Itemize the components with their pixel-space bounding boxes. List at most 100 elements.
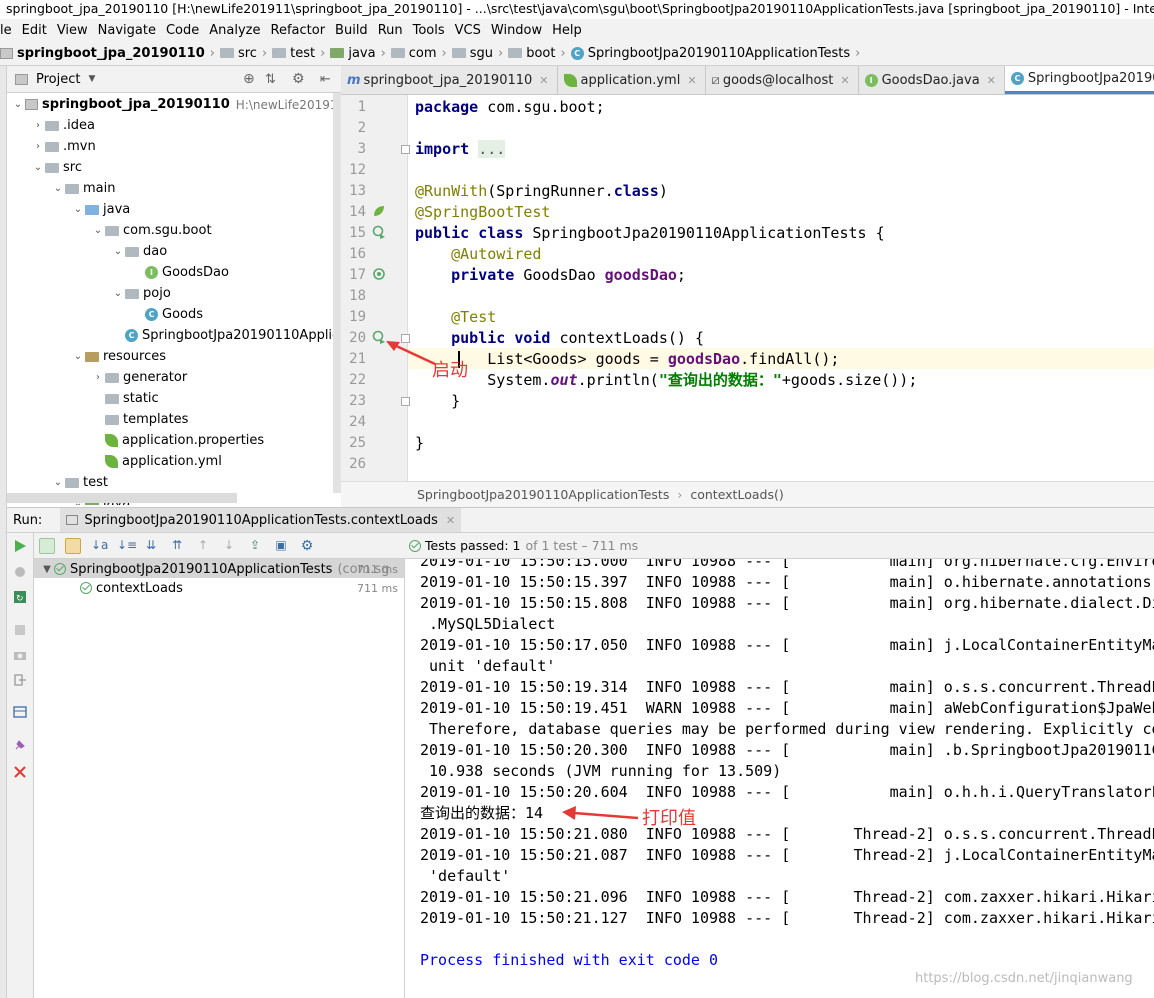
chevron-right-icon[interactable]: › — [31, 120, 45, 131]
menu-help[interactable]: Help — [552, 23, 582, 38]
menu-file[interactable]: le — [0, 23, 12, 38]
layout-icon[interactable] — [13, 705, 27, 719]
tree-item[interactable]: static — [91, 388, 159, 409]
exit-icon[interactable] — [13, 673, 27, 687]
tree-item[interactable]: ⌄ main — [51, 178, 116, 199]
test-suite-row[interactable]: ▼ SpringbootJpa20190110ApplicationTests … — [40, 559, 402, 579]
menu-navigate[interactable]: Navigate — [98, 23, 156, 38]
dropdown-arrow-icon[interactable]: ▼ — [88, 74, 95, 84]
chevron-down-icon[interactable]: ⌄ — [71, 204, 85, 215]
menu-build[interactable]: Build — [335, 23, 368, 38]
menu-code[interactable]: Code — [166, 23, 199, 38]
code-editor[interactable]: package com.sgu.boot; import ... @RunWit… — [408, 95, 1154, 481]
tree-item[interactable]: ⌄ test — [51, 472, 108, 493]
tree-item[interactable]: ⌄ src — [31, 157, 82, 178]
rerun-icon[interactable] — [13, 539, 27, 553]
camera-icon[interactable] — [13, 648, 27, 662]
chevron-down-icon[interactable]: ⌄ — [51, 477, 65, 488]
left-tool-strip[interactable] — [0, 66, 7, 998]
tree-item[interactable]: I GoodsDao — [131, 262, 229, 283]
close-icon[interactable]: ✕ — [539, 74, 548, 87]
export-icon[interactable]: ⇪ — [247, 538, 263, 554]
collapse-icon[interactable]: ⇅ — [265, 72, 276, 87]
menu-refactor[interactable]: Refactor — [271, 23, 326, 38]
breadcrumb-class[interactable]: C SpringbootJpa20190110ApplicationTests › — [570, 46, 866, 61]
show-ignored-icon[interactable] — [65, 537, 81, 554]
tab-goods-localhost[interactable]: ⧄ goods@localhost ✕ — [706, 66, 859, 94]
menu-view[interactable]: View — [57, 23, 88, 38]
tree-item[interactable]: › .idea — [31, 115, 95, 136]
tree-item[interactable]: ⌄ resources — [71, 346, 166, 367]
chevron-right-icon[interactable]: › — [91, 372, 105, 383]
close-icon[interactable]: ✕ — [840, 74, 849, 87]
menu-tools[interactable]: Tools — [413, 23, 445, 38]
breadcrumb-project[interactable]: springboot_jpa_20190110 › — [0, 46, 220, 61]
chevron-down-icon[interactable]: ▼ — [40, 564, 54, 575]
close-icon[interactable] — [13, 765, 27, 779]
project-scrollbar[interactable] — [333, 93, 341, 493]
tab-application-tests[interactable]: CSpringbootJpa20190110App — [1004, 66, 1154, 94]
tree-item[interactable]: ⌄ dao — [111, 241, 167, 262]
chevron-down-icon[interactable]: ⌄ — [71, 351, 85, 362]
close-icon[interactable]: ✕ — [446, 514, 455, 527]
menu-edit[interactable]: Edit — [22, 23, 47, 38]
tree-item[interactable]: › .mvn — [31, 136, 96, 157]
stop-icon[interactable] — [13, 623, 27, 637]
tab-pom[interactable]: m springboot_jpa_20190110 ✕ — [341, 66, 558, 94]
chevron-down-icon[interactable]: ⌄ — [111, 288, 125, 299]
expand-all-icon[interactable]: ⇊ — [143, 538, 159, 554]
tree-item[interactable]: ⌄ pojo — [111, 283, 171, 304]
breadcrumb-test[interactable]: test › — [272, 46, 330, 61]
spring-bean-icon[interactable] — [372, 204, 386, 218]
chevron-down-icon[interactable]: ⌄ — [51, 183, 65, 194]
tree-item[interactable]: ⌄ com.sgu.boot — [91, 220, 212, 241]
test-method-row[interactable]: contextLoads 711 ms — [80, 578, 402, 598]
close-icon[interactable]: ✕ — [687, 74, 696, 87]
gear-icon[interactable]: ⚙ — [292, 71, 305, 87]
history-icon[interactable]: ▣ — [273, 538, 289, 554]
chevron-down-icon[interactable]: ⌄ — [111, 246, 125, 257]
tree-item[interactable]: application.yml — [91, 451, 222, 472]
collapse-all-icon[interactable]: ⇈ — [169, 538, 185, 554]
run-tab[interactable]: SpringbootJpa20190110ApplicationTests.co… — [60, 508, 462, 532]
toggle-auto-test-icon[interactable]: ↻ — [13, 590, 27, 604]
editor-breadcrumb-class[interactable]: SpringbootJpa20190110ApplicationTests — [417, 487, 669, 502]
hide-icon[interactable]: ⇤ — [320, 72, 331, 87]
tree-item[interactable]: ⌄ springboot_jpa_20190110 H:\newLife201911… — [11, 94, 341, 115]
menu-window[interactable]: Window — [491, 23, 542, 38]
editor-breadcrumb-method[interactable]: contextLoads() — [690, 487, 783, 502]
next-failed-icon[interactable]: ↓ — [221, 538, 237, 554]
tab-goodsdao[interactable]: I GoodsDao.java ✕ — [859, 66, 1005, 94]
tree-item[interactable]: › generator — [91, 367, 187, 388]
breadcrumb-com[interactable]: com › — [390, 46, 452, 61]
chevron-down-icon[interactable]: ⌄ — [11, 99, 25, 110]
folded-imports[interactable]: ... — [478, 140, 506, 158]
locate-icon[interactable]: ⊕ — [243, 71, 255, 87]
chevron-down-icon[interactable]: ⌄ — [91, 225, 105, 236]
breadcrumb-boot[interactable]: boot › — [508, 46, 570, 61]
tree-item[interactable]: C SpringbootJpa20190110Applicati — [111, 325, 341, 346]
previous-failed-icon[interactable]: ↑ — [195, 538, 211, 554]
chevron-down-icon[interactable]: ⌄ — [31, 162, 45, 173]
autowired-icon[interactable] — [372, 267, 386, 281]
sort-alpha-icon[interactable]: ↓a — [91, 538, 108, 554]
pin-icon[interactable] — [13, 738, 27, 752]
breadcrumb-src[interactable]: src › — [219, 46, 272, 61]
run-test-icon[interactable] — [372, 225, 386, 239]
menu-vcs[interactable]: VCS — [455, 23, 481, 38]
sort-duration-icon[interactable]: ↓≡ — [117, 538, 137, 554]
project-view-selector[interactable]: Project — [36, 72, 80, 87]
tab-application-yml[interactable]: application.yml ✕ — [558, 66, 706, 94]
chevron-right-icon[interactable]: › — [31, 141, 45, 152]
menu-run[interactable]: Run — [378, 23, 403, 38]
show-passed-icon[interactable] — [39, 537, 55, 554]
rerun-failed-icon[interactable] — [13, 565, 27, 579]
close-icon[interactable]: ✕ — [987, 74, 996, 87]
gear-icon[interactable]: ⚙ — [299, 538, 315, 554]
console-output[interactable]: 2019-01-10 15:50:15.000 INFO 10988 --- [… — [405, 559, 1154, 998]
tree-item[interactable]: ⌄ java — [71, 199, 130, 220]
tree-item[interactable]: C Goods — [131, 304, 203, 325]
project-horizontal-scrollbar[interactable] — [7, 493, 237, 503]
breadcrumb-sgu[interactable]: sgu › — [451, 46, 508, 61]
tree-item[interactable]: templates — [91, 409, 188, 430]
